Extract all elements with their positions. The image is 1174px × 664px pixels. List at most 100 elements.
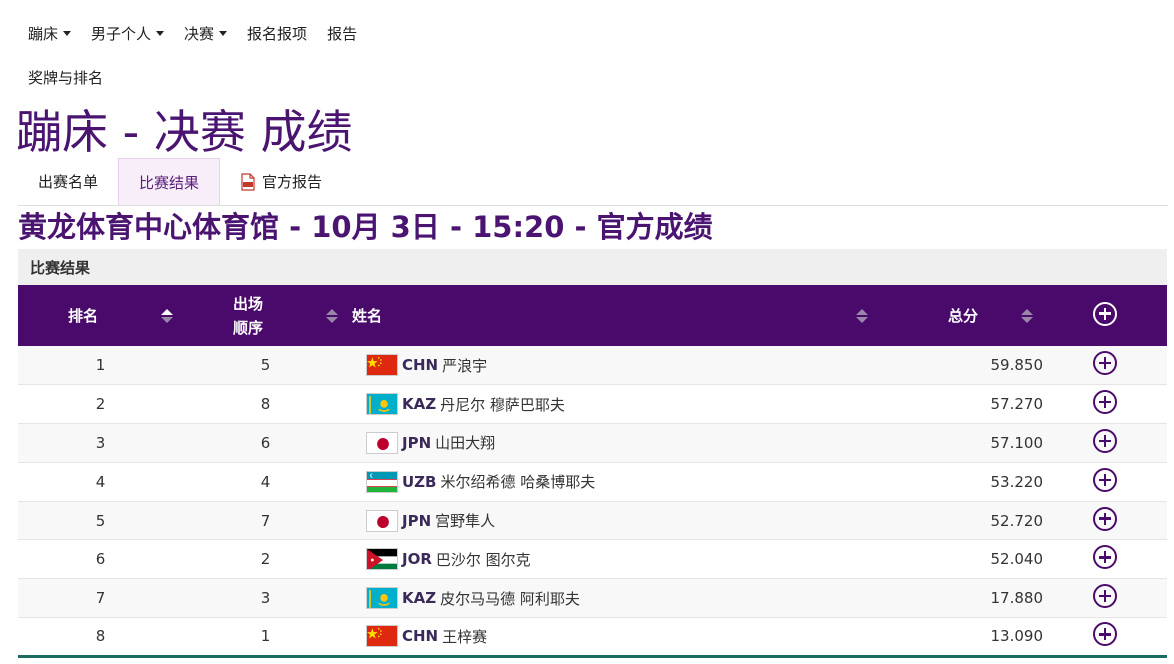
noc-code: JOR	[402, 550, 432, 569]
noc-code: JPN	[402, 433, 432, 452]
score-cell: 52.040	[990, 550, 1044, 569]
expand-row-button[interactable]	[1043, 346, 1167, 385]
flag-icon	[366, 431, 398, 454]
sort-icon	[856, 308, 868, 323]
noc-code: JPN	[402, 511, 432, 530]
table-row: 2 8 KAZ 丹尼尔 穆萨巴耶夫 57.270	[18, 385, 1167, 424]
athlete-cell: KAZ 皮尔马马德 阿利耶夫	[348, 579, 878, 618]
rank-cell: 2	[95, 395, 106, 414]
results-table: 排名 出场 顺序 姓名 总分 1 5 CHN 严浪宇 59.850 2 8 KAZ 丹尼尔 穆萨巴…	[18, 285, 1167, 658]
table-row: 4 4 UZB 米尔绍希德 哈桑博耶夫 53.220	[18, 462, 1167, 502]
plus-circle-icon	[1093, 467, 1117, 492]
nav-label: 报告	[327, 24, 358, 43]
athlete-name[interactable]: 王梓赛	[442, 626, 487, 647]
expand-row-button[interactable]	[1043, 385, 1167, 424]
flag-icon	[366, 625, 398, 648]
score-cell: 53.220	[990, 472, 1044, 491]
sort-icon	[326, 308, 338, 323]
header-label: 总分	[948, 307, 979, 325]
nav-phase-dropdown[interactable]: 决赛	[174, 18, 237, 48]
expand-row-button[interactable]	[1043, 540, 1167, 579]
table-row: 5 7 JPN 宫野隼人 52.720	[18, 501, 1167, 540]
flag-icon	[366, 470, 398, 493]
score-cell: 52.720	[990, 511, 1044, 530]
order-header[interactable]: 出场 顺序	[183, 285, 348, 346]
score-cell: 13.090	[990, 627, 1044, 646]
athlete-name[interactable]: 宫野隼人	[435, 510, 495, 531]
start-order-cell: 5	[260, 356, 271, 375]
nav-event-dropdown[interactable]: 男子个人	[81, 18, 174, 48]
athlete-name[interactable]: 丹尼尔 穆萨巴耶夫	[440, 394, 565, 415]
header-label: 排名	[68, 307, 99, 325]
athlete-cell: JPN 山田大翔	[348, 424, 878, 463]
table-row: 3 6 JPN 山田大翔 57.100	[18, 423, 1167, 463]
plus-circle-icon	[1093, 506, 1117, 531]
rank-header[interactable]: 排名	[18, 285, 183, 346]
nav-sport-dropdown[interactable]: 蹦床	[18, 18, 81, 48]
tab-label: 比赛结果	[139, 173, 200, 192]
noc-code: CHN	[402, 356, 439, 375]
start-order-cell: 7	[260, 511, 271, 530]
athlete-name[interactable]: 山田大翔	[435, 432, 495, 453]
rank-cell: 4	[95, 472, 106, 491]
noc-code: CHN	[402, 627, 439, 646]
flag-icon	[366, 354, 398, 377]
table-row: 7 3 KAZ 皮尔马马德 阿利耶夫 17.880	[18, 578, 1167, 618]
sort-icon	[1021, 308, 1033, 323]
rank-cell: 6	[95, 550, 106, 569]
score-header[interactable]: 总分	[878, 285, 1043, 346]
athlete-name[interactable]: 米尔绍希德 哈桑博耶夫	[441, 471, 596, 492]
expand-row-button[interactable]	[1043, 424, 1167, 463]
plus-circle-icon	[1093, 545, 1117, 570]
plus-circle-icon	[1093, 622, 1117, 647]
athlete-cell: CHN 王梓赛	[348, 618, 878, 657]
rank-cell: 3	[95, 433, 106, 452]
noc-code: KAZ	[402, 589, 437, 608]
nav-label: 决赛	[184, 24, 215, 43]
nav-reports-link[interactable]: 报告	[317, 18, 367, 48]
flag-icon	[366, 548, 398, 571]
pdf-icon	[240, 172, 256, 191]
header-label: 顺序	[233, 318, 264, 337]
score-cell: 57.100	[990, 433, 1044, 452]
tab-official-report[interactable]: 官方报告	[220, 158, 342, 205]
name-header[interactable]: 姓名	[348, 285, 878, 346]
start-order-cell: 3	[260, 589, 271, 608]
table-row: 1 5 CHN 严浪宇 59.850	[18, 346, 1167, 385]
athlete-name[interactable]: 严浪宇	[442, 355, 487, 376]
venue-heading: 黄龙体育中心体育馆 - 10月 3日 - 15:20 - 官方成绩	[18, 210, 713, 244]
expand-all-button[interactable]	[1043, 285, 1167, 346]
tab-bar: 出赛名单 比赛结果 官方报告	[18, 158, 1168, 206]
flag-icon	[366, 587, 398, 610]
rank-cell: 7	[95, 589, 106, 608]
start-order-cell: 6	[260, 433, 271, 452]
tab-label: 官方报告	[262, 173, 323, 191]
expand-row-button[interactable]	[1043, 618, 1167, 657]
athlete-cell: JPN 宫野隼人	[348, 501, 878, 540]
flag-icon	[366, 393, 398, 416]
nav-medals-link[interactable]: 奖牌与排名	[28, 62, 103, 92]
score-cell: 57.270	[990, 395, 1044, 414]
sort-icon	[161, 308, 173, 323]
expand-row-button[interactable]	[1043, 462, 1167, 501]
expand-row-button[interactable]	[1043, 579, 1167, 618]
tab-results[interactable]: 比赛结果	[118, 158, 221, 205]
nav-label: 报名报项	[247, 24, 308, 43]
start-order-cell: 1	[260, 627, 271, 646]
start-order-cell: 8	[260, 395, 271, 414]
nav-entries-link[interactable]: 报名报项	[237, 18, 317, 48]
score-cell: 17.880	[990, 589, 1044, 608]
athlete-name[interactable]: 巴沙尔 图尔克	[436, 549, 531, 570]
tab-start-list[interactable]: 出赛名单	[18, 158, 118, 205]
table-row: 6 2 JOR 巴沙尔 图尔克 52.040	[18, 540, 1167, 579]
caret-down-icon	[63, 30, 72, 36]
top-nav: 蹦床 男子个人 决赛 报名报项 报告	[18, 18, 367, 48]
score-cell: 59.850	[990, 356, 1044, 375]
tab-label: 出赛名单	[38, 173, 99, 191]
table-row: 8 1 CHN 王梓赛 13.090	[18, 618, 1167, 657]
expand-row-button[interactable]	[1043, 501, 1167, 540]
plus-circle-icon	[1093, 351, 1117, 376]
athlete-cell: JOR 巴沙尔 图尔克	[348, 540, 878, 579]
athlete-name[interactable]: 皮尔马马德 阿利耶夫	[440, 588, 580, 609]
header-label: 出场	[233, 294, 264, 313]
